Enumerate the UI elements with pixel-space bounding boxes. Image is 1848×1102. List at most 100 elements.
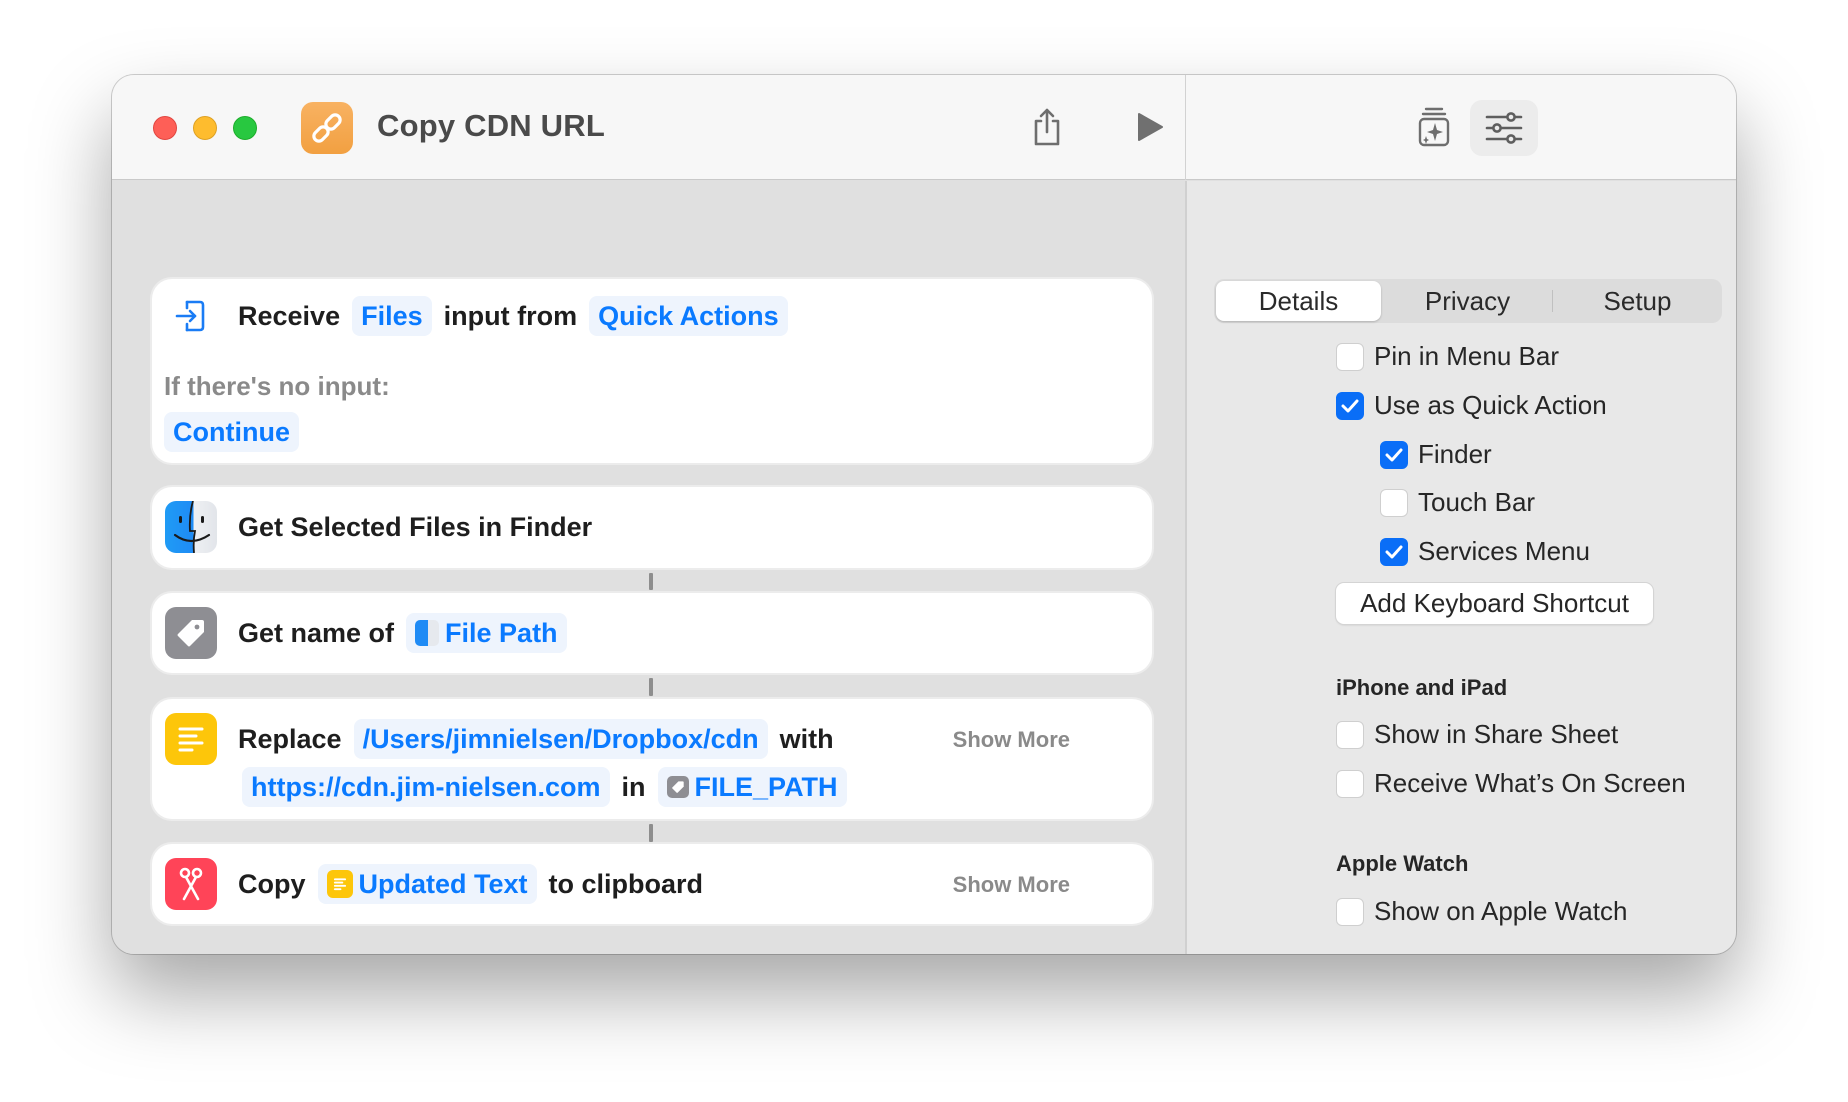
input-source-token[interactable]: Quick Actions <box>589 296 788 336</box>
action-card-get-name[interactable]: Get name of File Path <box>152 593 1152 673</box>
finder-action-text: Get Selected Files in Finder <box>238 511 593 542</box>
option-touch-bar[interactable]: Touch Bar <box>1380 487 1535 518</box>
section-iphone-ipad: iPhone and iPad <box>1336 675 1508 700</box>
toolbar-divider <box>1185 75 1186 180</box>
link-icon <box>312 113 342 143</box>
replace-row-1: Replace /Users/jimnielsen/Dropbox/cdn wi… <box>238 718 846 760</box>
action-connector <box>649 678 653 696</box>
replacement-text-token[interactable]: https://cdn.jim-nielsen.com <box>242 767 610 807</box>
checkbox-checked[interactable] <box>1380 440 1408 469</box>
option-label: Receive What’s On Screen <box>1374 768 1686 798</box>
replace-with-text: with <box>779 723 834 754</box>
checkbox[interactable] <box>1380 488 1408 517</box>
action-card-receive[interactable]: Receive Files input from Quick Actions I… <box>152 279 1152 463</box>
no-input-action-token[interactable]: Continue <box>164 412 299 452</box>
toolbar: Copy CDN URL <box>112 75 1736 180</box>
checkbox[interactable] <box>1336 342 1364 371</box>
sliders-icon <box>1485 112 1523 144</box>
copy-suffix-text: to clipboard <box>548 868 704 899</box>
shortcut-icon[interactable] <box>301 102 353 154</box>
checkbox[interactable] <box>1336 769 1364 798</box>
option-services-menu[interactable]: Services Menu <box>1380 536 1590 567</box>
option-label: Show on Apple Watch <box>1374 896 1628 926</box>
replace-action-icon <box>165 713 217 765</box>
option-receive-whats-on-screen[interactable]: Receive What’s On Screen <box>1336 768 1686 799</box>
receive-row: Receive Files input from Quick Actions <box>238 295 788 337</box>
receive-verb: Receive <box>238 300 341 331</box>
zoom-button[interactable] <box>233 116 257 140</box>
target-variable-label: FILE_PATH <box>694 771 838 802</box>
details-settings-button[interactable] <box>1470 100 1538 156</box>
checkmark-icon <box>1385 448 1403 461</box>
action-library-icon <box>1418 107 1450 147</box>
receive-middle-text: input from <box>443 300 578 331</box>
details-inspector: Details Privacy Setup Pin in Menu Bar Us… <box>1187 181 1736 954</box>
option-show-in-share-sheet[interactable]: Show in Share Sheet <box>1336 719 1618 750</box>
option-label: Pin in Menu Bar <box>1374 341 1559 371</box>
get-name-action-icon <box>165 607 217 659</box>
shortcut-editor-window: Copy CDN URL Receive Files input from Qu… <box>112 75 1736 954</box>
updated-text-token-label: Updated Text <box>358 868 528 899</box>
copy-action-icon <box>165 858 217 910</box>
input-arrow-icon <box>175 300 205 332</box>
minimize-button[interactable] <box>193 116 217 140</box>
checkbox[interactable] <box>1336 720 1364 749</box>
action-connector <box>649 824 653 842</box>
checkmark-icon <box>1385 545 1403 558</box>
tag-icon <box>666 776 689 798</box>
action-library-button[interactable] <box>1414 105 1454 149</box>
inspector-tabs: Details Privacy Setup <box>1214 279 1722 323</box>
tab-separator <box>1552 290 1553 312</box>
option-label: Use as Quick Action <box>1374 390 1607 420</box>
text-icon <box>326 870 353 898</box>
tab-details[interactable]: Details <box>1216 281 1381 321</box>
checkbox-checked[interactable] <box>1336 391 1364 420</box>
finder-face-icon <box>173 501 211 553</box>
show-more-button[interactable]: Show More <box>953 727 1070 753</box>
option-finder[interactable]: Finder <box>1380 439 1492 470</box>
option-show-on-apple-watch[interactable]: Show on Apple Watch <box>1336 896 1627 927</box>
action-card-copy-to-clipboard[interactable]: Copy Updated Text to clipboard Show More <box>152 844 1152 924</box>
window-title[interactable]: Copy CDN URL <box>377 108 605 144</box>
file-path-token-label: File Path <box>445 617 558 648</box>
add-keyboard-shortcut-button[interactable]: Add Keyboard Shortcut <box>1336 583 1653 624</box>
option-use-as-quick-action[interactable]: Use as Quick Action <box>1336 390 1607 421</box>
share-icon <box>1034 108 1060 146</box>
option-label: Finder <box>1418 439 1492 469</box>
play-icon <box>1138 113 1163 141</box>
action-editor: Receive Files input from Quick Actions I… <box>112 181 1185 954</box>
receive-action-icon <box>164 290 216 342</box>
replace-in-text: in <box>621 771 646 802</box>
close-button[interactable] <box>153 116 177 140</box>
get-name-row: Get name of File Path <box>238 612 567 654</box>
finder-icon <box>415 620 440 646</box>
option-label: Services Menu <box>1418 536 1590 566</box>
file-path-token[interactable]: File Path <box>406 613 567 653</box>
scissors-icon <box>179 867 203 901</box>
updated-text-token[interactable]: Updated Text <box>317 864 537 904</box>
target-variable-token[interactable]: FILE_PATH <box>657 767 847 807</box>
tab-setup[interactable]: Setup <box>1555 281 1720 321</box>
option-label: Show in Share Sheet <box>1374 719 1619 749</box>
replace-row-2: https://cdn.jim-nielsen.com in FILE_PATH <box>242 766 847 808</box>
replace-verb: Replace <box>238 723 342 754</box>
show-more-button[interactable]: Show More <box>953 872 1070 898</box>
no-input-label: If there's no input: <box>164 371 390 401</box>
action-card-replace[interactable]: Replace /Users/jimnielsen/Dropbox/cdn wi… <box>152 699 1152 819</box>
checkmark-icon <box>1341 399 1359 412</box>
find-text-token[interactable]: /Users/jimnielsen/Dropbox/cdn <box>353 719 768 759</box>
tab-privacy[interactable]: Privacy <box>1385 281 1550 321</box>
finder-row: Get Selected Files in Finder <box>238 506 592 548</box>
finder-icon <box>165 501 217 553</box>
checkbox-checked[interactable] <box>1380 537 1408 566</box>
action-card-get-selected-files[interactable]: Get Selected Files in Finder <box>152 487 1152 568</box>
tag-icon <box>177 620 204 647</box>
input-type-token[interactable]: Files <box>352 296 432 336</box>
copy-row: Copy Updated Text to clipboard <box>238 863 715 905</box>
run-button[interactable] <box>1130 107 1170 147</box>
action-connector <box>649 573 653 590</box>
share-button[interactable] <box>1027 105 1067 149</box>
option-pin-in-menu-bar[interactable]: Pin in Menu Bar <box>1336 341 1559 372</box>
checkbox[interactable] <box>1336 897 1364 926</box>
text-glyph-icon <box>333 878 346 891</box>
